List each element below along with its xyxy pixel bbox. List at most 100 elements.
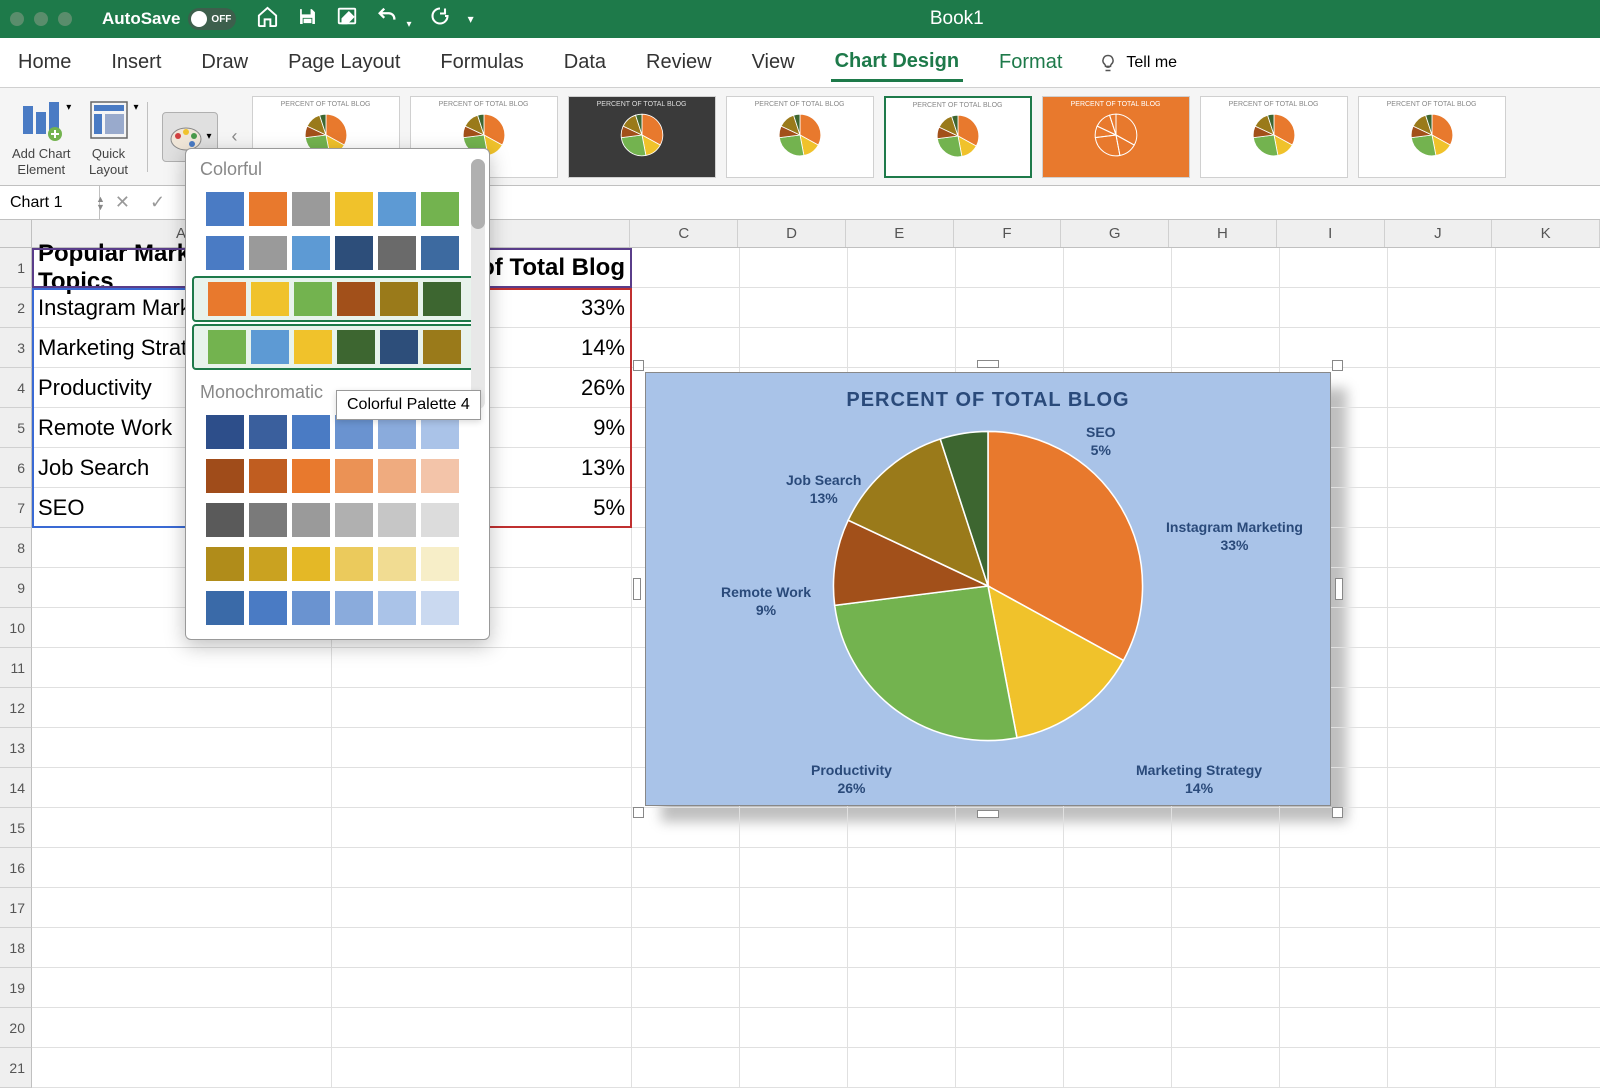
resize-handle-s[interactable] [977, 810, 999, 818]
row-header-17[interactable]: 17 [0, 888, 32, 928]
cell-D19[interactable] [740, 968, 848, 1008]
row-header-15[interactable]: 15 [0, 808, 32, 848]
cell-A16[interactable] [32, 848, 332, 888]
cell-J19[interactable] [1388, 968, 1496, 1008]
row-header-5[interactable]: 5 [0, 408, 32, 448]
cell-B17[interactable] [332, 888, 632, 928]
cell-K9[interactable] [1496, 568, 1600, 608]
row-header-4[interactable]: 4 [0, 368, 32, 408]
cell-D17[interactable] [740, 888, 848, 928]
cell-F17[interactable] [956, 888, 1064, 928]
row-header-7[interactable]: 7 [0, 488, 32, 528]
cell-J2[interactable] [1388, 288, 1496, 328]
cell-I20[interactable] [1280, 1008, 1388, 1048]
cell-I17[interactable] [1280, 888, 1388, 928]
row-header-21[interactable]: 21 [0, 1048, 32, 1088]
cell-J6[interactable] [1388, 448, 1496, 488]
name-box[interactable]: Chart 1 [0, 186, 100, 219]
namebox-down[interactable]: ▼ [96, 203, 105, 211]
cell-I2[interactable] [1280, 288, 1388, 328]
cell-J3[interactable] [1388, 328, 1496, 368]
tab-review[interactable]: Review [642, 45, 716, 80]
chart-title[interactable]: PERCENT OF TOTAL BLOG [646, 373, 1330, 412]
cell-G20[interactable] [1064, 1008, 1172, 1048]
cell-E18[interactable] [848, 928, 956, 968]
cell-G19[interactable] [1064, 968, 1172, 1008]
row-header-16[interactable]: 16 [0, 848, 32, 888]
cell-J4[interactable] [1388, 368, 1496, 408]
data-label-seo[interactable]: SEO5% [1086, 423, 1116, 459]
cell-K16[interactable] [1496, 848, 1600, 888]
cell-C1[interactable] [632, 248, 740, 288]
cell-I1[interactable] [1280, 248, 1388, 288]
palette-row[interactable] [192, 324, 483, 370]
cell-F16[interactable] [956, 848, 1064, 888]
cell-B15[interactable] [332, 808, 632, 848]
cell-D21[interactable] [740, 1048, 848, 1088]
row-header-10[interactable]: 10 [0, 608, 32, 648]
row-header-19[interactable]: 19 [0, 968, 32, 1008]
cell-F18[interactable] [956, 928, 1064, 968]
cell-B16[interactable] [332, 848, 632, 888]
minimize-window[interactable] [34, 12, 48, 26]
cell-E21[interactable] [848, 1048, 956, 1088]
cell-A12[interactable] [32, 688, 332, 728]
cell-C19[interactable] [632, 968, 740, 1008]
data-label-remote[interactable]: Remote Work9% [721, 583, 811, 619]
col-header-H[interactable]: H [1169, 220, 1277, 247]
palette-row[interactable] [192, 455, 483, 497]
data-label-strategy[interactable]: Marketing Strategy14% [1136, 761, 1262, 797]
chart-style-thumb-7[interactable]: PERCENT OF TOTAL BLOG [1200, 96, 1348, 178]
row-header-20[interactable]: 20 [0, 1008, 32, 1048]
cell-J14[interactable] [1388, 768, 1496, 808]
cell-K13[interactable] [1496, 728, 1600, 768]
palette-row[interactable] [192, 499, 483, 541]
add-chart-element-button[interactable]: ▾ Add Chart Element [12, 96, 71, 177]
cell-G21[interactable] [1064, 1048, 1172, 1088]
cell-H21[interactable] [1172, 1048, 1280, 1088]
tab-insert[interactable]: Insert [107, 45, 165, 80]
col-header-K[interactable]: K [1492, 220, 1600, 247]
cell-K1[interactable] [1496, 248, 1600, 288]
cell-J11[interactable] [1388, 648, 1496, 688]
row-header-9[interactable]: 9 [0, 568, 32, 608]
col-header-J[interactable]: J [1385, 220, 1493, 247]
quick-layout-button[interactable]: ▾ Quick Layout [85, 96, 133, 177]
embedded-chart[interactable]: PERCENT OF TOTAL BLOG SEO5%Instagram Mar… [633, 360, 1343, 818]
cell-B13[interactable] [332, 728, 632, 768]
palette-row[interactable] [192, 276, 483, 322]
row-header-1[interactable]: 1 [0, 248, 32, 288]
col-header-D[interactable]: D [738, 220, 846, 247]
cell-B12[interactable] [332, 688, 632, 728]
cell-K4[interactable] [1496, 368, 1600, 408]
cell-C16[interactable] [632, 848, 740, 888]
cell-K5[interactable] [1496, 408, 1600, 448]
cell-K6[interactable] [1496, 448, 1600, 488]
cell-C2[interactable] [632, 288, 740, 328]
cell-E19[interactable] [848, 968, 956, 1008]
data-label-job[interactable]: Job Search13% [786, 471, 861, 507]
row-header-3[interactable]: 3 [0, 328, 32, 368]
cell-A19[interactable] [32, 968, 332, 1008]
cell-K18[interactable] [1496, 928, 1600, 968]
tab-view[interactable]: View [748, 45, 799, 80]
cell-K11[interactable] [1496, 648, 1600, 688]
cell-A15[interactable] [32, 808, 332, 848]
cell-I18[interactable] [1280, 928, 1388, 968]
palette-row[interactable] [192, 587, 483, 629]
tab-page-layout[interactable]: Page Layout [284, 45, 404, 80]
save-icon[interactable] [297, 6, 318, 33]
cell-C18[interactable] [632, 928, 740, 968]
cell-A14[interactable] [32, 768, 332, 808]
cell-K3[interactable] [1496, 328, 1600, 368]
cell-E20[interactable] [848, 1008, 956, 1048]
cell-G2[interactable] [1064, 288, 1172, 328]
col-header-E[interactable]: E [846, 220, 954, 247]
cell-K20[interactable] [1496, 1008, 1600, 1048]
cell-G17[interactable] [1064, 888, 1172, 928]
cell-K8[interactable] [1496, 528, 1600, 568]
cell-B11[interactable] [332, 648, 632, 688]
cell-B18[interactable] [332, 928, 632, 968]
resize-handle-e[interactable] [1335, 578, 1343, 600]
cell-D1[interactable] [740, 248, 848, 288]
